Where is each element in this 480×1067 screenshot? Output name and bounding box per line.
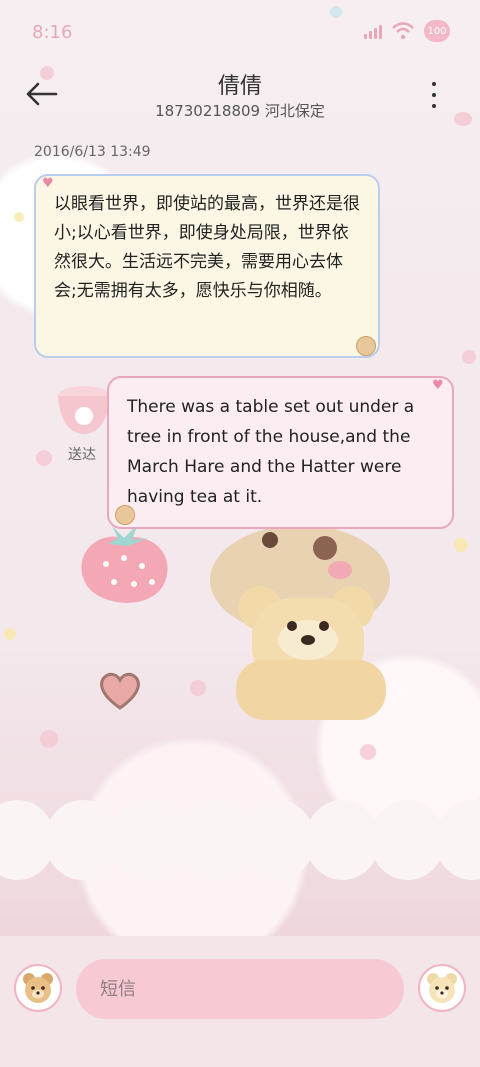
decor-dot bbox=[462, 350, 476, 364]
decor-dot bbox=[4, 628, 16, 640]
decor-dot bbox=[36, 450, 52, 466]
message-timestamp: 2016/6/13 13:49 bbox=[34, 144, 151, 160]
decor-dot bbox=[40, 730, 58, 748]
send-bear-button[interactable] bbox=[418, 964, 466, 1012]
signal-icon bbox=[364, 23, 382, 39]
contact-name: 倩倩 bbox=[217, 74, 262, 99]
more-options-icon[interactable] bbox=[424, 82, 444, 108]
delivery-status: 送达 bbox=[68, 447, 96, 463]
fluffy-rug-edge bbox=[0, 800, 480, 880]
status-time: 8:16 bbox=[32, 22, 73, 43]
incoming-message-text: 以眼看世界，即使站的最高，世界还是很小;以心看世界，即使身处局限，世界依然很大。… bbox=[54, 194, 360, 301]
conversation-header: 倩倩 18730218809 河北保定 bbox=[0, 64, 480, 134]
outgoing-message-bubble[interactable]: There was a table set out under a tree i… bbox=[107, 376, 454, 529]
teddy-bear-illustration bbox=[210, 525, 390, 720]
wifi-icon bbox=[392, 22, 414, 40]
strawberry-illustration bbox=[81, 524, 168, 603]
compose-bar bbox=[0, 936, 480, 1067]
contact-number-location: 18730218809 河北保定 bbox=[155, 102, 325, 120]
status-icons: 100 bbox=[364, 20, 450, 42]
decor-dot bbox=[454, 538, 468, 552]
heart-cookie-illustration bbox=[100, 672, 140, 710]
bear-sticker-icon bbox=[356, 336, 376, 356]
bear-face-icon bbox=[427, 973, 457, 1003]
bear-sticker-icon bbox=[115, 505, 135, 525]
teacup-illustration bbox=[58, 386, 110, 434]
incoming-message-bubble[interactable]: 以眼看世界，即使站的最高，世界还是很小;以心看世界，即使身处局限，世界依然很大。… bbox=[34, 174, 380, 358]
decor-dot bbox=[14, 212, 24, 222]
message-input[interactable] bbox=[76, 959, 404, 1019]
heart-icon: ♥ bbox=[432, 378, 444, 393]
heart-icon: ♥ bbox=[42, 176, 54, 191]
status-bar: 8:16 100 bbox=[0, 0, 480, 64]
battery-icon: 100 bbox=[424, 20, 450, 42]
bear-face-icon bbox=[23, 973, 53, 1003]
attachment-bear-avatar-icon[interactable] bbox=[14, 964, 62, 1012]
decor-dot bbox=[360, 744, 376, 760]
outgoing-message-text: There was a table set out under a tree i… bbox=[127, 397, 415, 507]
